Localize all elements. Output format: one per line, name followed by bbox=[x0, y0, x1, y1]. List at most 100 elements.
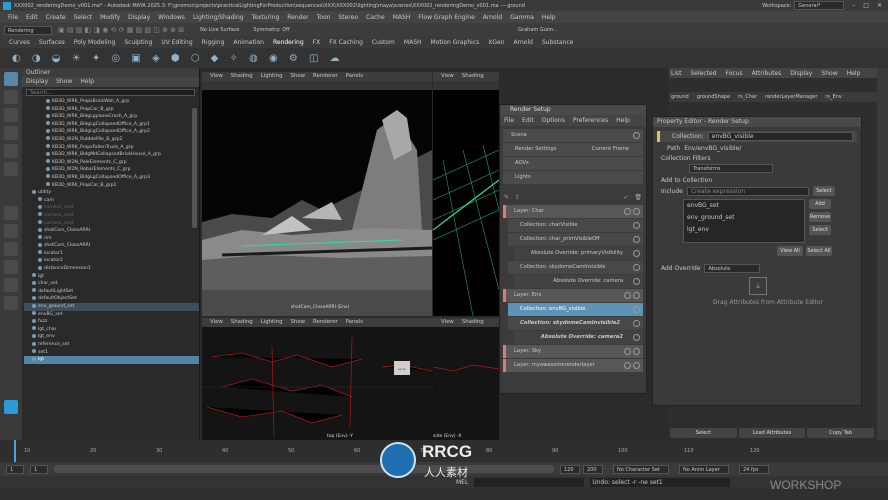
isolate-icon[interactable] bbox=[624, 208, 631, 215]
outliner-item[interactable]: reference_set bbox=[24, 341, 199, 349]
render-setup-coll-row[interactable]: Collection: skydomeCamInvisible2 bbox=[508, 317, 643, 330]
menu-item[interactable]: Create bbox=[46, 14, 66, 21]
outliner-item[interactable]: KB3D_W2N_PoleElements_C_grp bbox=[24, 159, 199, 167]
outliner-item[interactable]: defaultObjectSet bbox=[24, 295, 199, 303]
select-tool-icon[interactable] bbox=[4, 72, 18, 86]
minimize-icon[interactable]: – bbox=[852, 2, 855, 9]
check-icon[interactable]: ✓ bbox=[623, 194, 628, 201]
include-expression-field[interactable]: Create expression bbox=[686, 186, 809, 196]
outliner-item[interactable]: KB3D_WRK_PropCar_B_grp1 bbox=[24, 182, 199, 190]
add-button[interactable]: Add bbox=[809, 199, 831, 209]
render-setup-layer-row[interactable]: Layer: myawesomerenderlayer bbox=[503, 359, 643, 372]
range-start-field[interactable]: 1 bbox=[30, 464, 48, 474]
menu-item[interactable]: Edit bbox=[26, 14, 38, 21]
shelf-tab[interactable]: MASH bbox=[404, 39, 422, 46]
maximize-icon[interactable]: □ bbox=[863, 2, 869, 9]
render-setup-menu-item[interactable]: File bbox=[504, 115, 514, 126]
outliner-item[interactable]: KB3D_WRK_BldgLgCollapsedOffice_A_grp3 bbox=[24, 174, 199, 182]
outliner-search-input[interactable]: Search... bbox=[26, 89, 195, 96]
outliner-layout-icon[interactable] bbox=[4, 278, 18, 292]
menu-item[interactable]: Render bbox=[287, 14, 308, 21]
render-setup-layer-row[interactable]: Layer: Sky bbox=[503, 345, 643, 358]
menu-item[interactable]: Stereo bbox=[338, 14, 358, 21]
attr-menu-item[interactable]: List bbox=[671, 70, 682, 77]
collection-member[interactable]: envBG_set bbox=[687, 202, 801, 209]
render-setup-menu-item[interactable]: Help bbox=[616, 115, 630, 126]
include-select-button[interactable]: Select bbox=[812, 186, 835, 196]
filter-dropdown[interactable]: Transforms bbox=[689, 164, 773, 173]
viewport-persp[interactable]: View Shading bbox=[433, 72, 499, 316]
isolate-icon[interactable] bbox=[624, 292, 631, 299]
shelf-tab[interactable]: Motion Graphics bbox=[431, 39, 480, 46]
render-setup-menu-item[interactable]: Preferences bbox=[573, 115, 608, 126]
menu-set-dropdown[interactable]: Rendering bbox=[4, 25, 52, 35]
viewport-menu-item[interactable]: Renderer bbox=[313, 318, 338, 327]
isolate-icon[interactable] bbox=[624, 348, 631, 355]
viewport-toolbar[interactable] bbox=[202, 81, 432, 90]
last-tool-icon[interactable] bbox=[4, 206, 18, 220]
lasso-tool-icon[interactable] bbox=[4, 90, 18, 104]
outliner-menu-show[interactable]: Show bbox=[56, 77, 72, 87]
viewport-camera[interactable]: View Shading Lighting Show Renderer Panels sh… bbox=[202, 72, 432, 316]
viewport-menu-item[interactable]: Show bbox=[291, 72, 306, 81]
collection-name-field[interactable]: envBG_visible bbox=[707, 132, 853, 141]
select-all-button[interactable]: Select All bbox=[806, 246, 832, 256]
isolate-icon[interactable] bbox=[633, 278, 640, 285]
paint-select-icon[interactable] bbox=[4, 108, 18, 122]
viewport-menu-item[interactable]: View bbox=[210, 72, 223, 81]
attr-node-tab[interactable]: rs_Env bbox=[825, 94, 841, 100]
render-icon[interactable] bbox=[633, 348, 640, 355]
outliner-item[interactable]: defaultLightSet bbox=[24, 288, 199, 296]
side-tabs[interactable] bbox=[877, 68, 888, 440]
attr-menu-item[interactable]: Selected bbox=[691, 70, 717, 77]
render-setup-coll-row[interactable]: Collection: charVisible bbox=[508, 219, 643, 232]
override-type-dropdown[interactable]: Absolute bbox=[704, 264, 761, 273]
scene-item[interactable]: Render Settings Current Frame bbox=[503, 143, 643, 156]
isolate-icon[interactable] bbox=[633, 306, 640, 313]
scene-row[interactable]: Scene bbox=[503, 129, 643, 142]
user-account[interactable]: Graham Gunn... bbox=[518, 27, 558, 33]
outliner-item[interactable]: KB3D_WRK_BldgLgplaneCrash_A_grp bbox=[24, 113, 199, 121]
outliner-item[interactable]: set1 bbox=[24, 349, 199, 357]
shelf-tab[interactable]: Animation bbox=[233, 39, 264, 46]
shelf-tab[interactable]: Substance bbox=[542, 39, 573, 46]
outliner-item[interactable]: lgt_char bbox=[24, 326, 199, 334]
remove-button[interactable]: Remove bbox=[809, 212, 831, 222]
isolate-icon[interactable] bbox=[633, 222, 640, 229]
rotate-tool-icon[interactable] bbox=[4, 144, 18, 158]
drop-target-icon[interactable]: ⤓ bbox=[749, 277, 767, 295]
render-setup-ov-row[interactable]: Absolute Override: primaryVisibility bbox=[514, 247, 643, 260]
current-frame-field[interactable]: 1 bbox=[6, 464, 24, 474]
outliner-item[interactable]: rim bbox=[24, 235, 199, 243]
outliner-item[interactable]: lgt_env bbox=[24, 333, 199, 341]
single-pane-icon[interactable] bbox=[4, 224, 18, 238]
menu-item[interactable]: Select bbox=[74, 14, 93, 21]
menu-item[interactable]: File bbox=[8, 14, 18, 21]
shelf-tab[interactable]: Custom bbox=[372, 39, 395, 46]
isolate-icon[interactable] bbox=[633, 236, 640, 243]
outliner-item[interactable]: camera_shot bbox=[24, 220, 199, 228]
attr-menu-item[interactable]: Help bbox=[847, 70, 861, 77]
side-by-side-icon[interactable] bbox=[4, 260, 18, 274]
outliner-item[interactable]: cam bbox=[24, 197, 199, 205]
outliner-item[interactable]: lgt bbox=[24, 273, 199, 281]
shelf-tab[interactable]: Poly Modeling bbox=[74, 39, 116, 46]
viewport-menu-item[interactable]: Shading bbox=[231, 318, 253, 327]
attr-node-tab[interactable]: groundShape bbox=[697, 94, 730, 100]
shelf-tab[interactable]: Arnold bbox=[514, 39, 533, 46]
menu-item[interactable]: Arnold bbox=[483, 14, 502, 21]
current-time-marker[interactable] bbox=[14, 440, 16, 462]
collection-member[interactable]: lgt_env bbox=[687, 226, 801, 233]
shelf-icon-row[interactable]: ◐ ◑ ◒ ☀ ✦ ◎ ▣ ◈ ⬢ ⬡ ◆ ✧ ◍ ◉ ⚙ ◫ ☁ bbox=[12, 53, 344, 64]
render-setup-coll-row[interactable]: Collection: char_primVisibleOff bbox=[508, 233, 643, 246]
menu-item[interactable]: Texturing bbox=[252, 14, 280, 21]
fps-dropdown[interactable]: 24 fps bbox=[739, 464, 769, 474]
render-icon[interactable] bbox=[633, 362, 640, 369]
live-surface-label[interactable]: No Live Surface bbox=[200, 27, 239, 33]
vp-menu-view-side[interactable]: View bbox=[441, 318, 454, 327]
isolate-icon[interactable] bbox=[633, 320, 640, 327]
delete-icon[interactable]: 🗑 bbox=[634, 194, 642, 201]
menu-item[interactable]: Modify bbox=[100, 14, 120, 21]
render-icon[interactable] bbox=[633, 292, 640, 299]
viewport-menu-item[interactable]: Panels bbox=[346, 72, 363, 81]
